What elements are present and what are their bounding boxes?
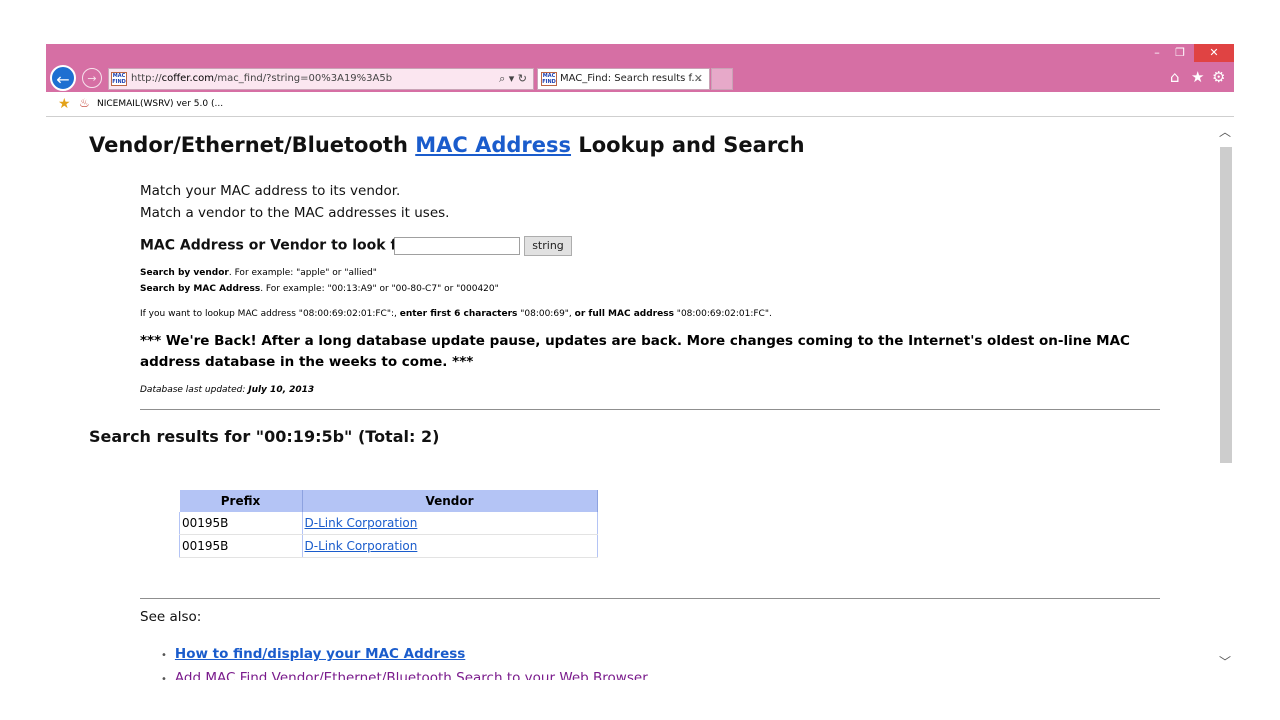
results-table: Prefix Vendor 00195B D-Link Corporation … — [179, 490, 598, 558]
divider — [140, 598, 1160, 599]
tab-title: MAC_Find: Search results f... — [560, 73, 701, 84]
prefix-cell: 00195B — [179, 534, 303, 558]
add-favorite-star-icon[interactable]: ★ — [58, 96, 71, 112]
url-domain: coffer.com — [161, 73, 215, 84]
new-tab-button[interactable] — [711, 68, 733, 90]
updated-date: July 10, 2013 — [248, 385, 315, 395]
bullet: • — [161, 650, 167, 661]
search-form: MAC Address or Vendor to look for: strin… — [140, 235, 572, 257]
hint-mac: Search by MAC Address. For example: "00:… — [140, 284, 499, 294]
vendor-link[interactable]: D-Link Corporation — [305, 516, 418, 530]
table-row: 00195B D-Link Corporation — [179, 534, 598, 558]
address-url[interactable]: http://coffer.com/mac_find/?string=00%3A… — [131, 73, 392, 84]
prefix-cell: 00195B — [179, 512, 303, 535]
scroll-up-icon[interactable]: ︿ — [1219, 123, 1231, 140]
divider — [140, 409, 1160, 410]
intro-text: Match your MAC address to its vendor. Ma… — [140, 180, 449, 224]
minimize-button[interactable]: – — [1148, 44, 1166, 62]
hint-mac-text: . For example: "00:13:A9" or "00-80-C7" … — [260, 284, 499, 294]
home-icon[interactable]: ⌂ — [1170, 68, 1180, 86]
hint-vendor-bold: Search by vendor — [140, 268, 229, 278]
updated-label: Database last updated: — [140, 385, 249, 395]
favorites-star-icon[interactable]: ★ — [1191, 68, 1204, 86]
favorites-bar: ★ ♨ NICEMAIL(WSRV) ver 5.0 (... — [46, 92, 1234, 117]
bullet: • — [161, 674, 167, 680]
scroll-thumb[interactable] — [1220, 147, 1232, 463]
search-label: MAC Address or Vendor to look for — [140, 237, 414, 254]
intro-line-1: Match your MAC address to its vendor. — [140, 183, 401, 199]
address-bar[interactable]: MAC FIND http://coffer.com/mac_find/?str… — [108, 68, 534, 90]
lookup-text-1: If you want to lookup MAC address "08:00… — [140, 309, 400, 319]
search-button[interactable]: string — [524, 236, 572, 256]
site-favicon-icon: MAC FIND — [111, 72, 127, 86]
url-path: /mac_find/?string=00%3A19%3A5b — [214, 73, 393, 84]
tab-close-icon[interactable]: ✕ — [694, 72, 703, 85]
title-text-after: Lookup and Search — [571, 133, 805, 157]
column-header-vendor: Vendor — [302, 490, 598, 512]
address-tools-icon[interactable]: ⌕ ▾ ↻ — [499, 72, 527, 86]
how-to-find-mac-link[interactable]: How to find/display your MAC Address — [175, 646, 465, 662]
tab-favicon-icon: MAC FIND — [541, 72, 557, 86]
intro-line-2: Match a vendor to the MAC addresses it u… — [140, 205, 450, 221]
lookup-bold-1: enter first 6 characters — [399, 309, 518, 319]
see-also-label: See also: — [140, 609, 202, 625]
settings-gear-icon[interactable]: ⚙ — [1212, 68, 1225, 86]
java-icon: ♨ — [79, 96, 90, 110]
database-updated: Database last updated: July 10, 2013 — [140, 385, 314, 395]
close-window-button[interactable]: ✕ — [1194, 44, 1234, 62]
favorite-item-nicemail[interactable]: NICEMAIL(WSRV) ver 5.0 (... — [97, 99, 223, 109]
lookup-text-3: "08:00:69:02:01:FC". — [673, 309, 772, 319]
vertical-scrollbar[interactable]: ︿ ﹀ — [1218, 117, 1234, 680]
lookup-text-2: "08:00:69", — [517, 309, 575, 319]
back-arrow-icon[interactable]: ← — [50, 65, 76, 91]
url-prefix: http:// — [131, 73, 162, 84]
title-text-before: Vendor/Ethernet/Bluetooth — [89, 133, 416, 157]
vendor-cell: D-Link Corporation — [302, 512, 598, 535]
lookup-hint: If you want to lookup MAC address "08:00… — [140, 309, 772, 319]
hint-vendor-text: . For example: "apple" or "allied" — [228, 268, 377, 278]
browser-chrome: – ❐ ✕ ← → MAC FIND http://coffer.com/mac… — [46, 44, 1234, 92]
list-item: • Add MAC Find Vendor/Ethernet/Bluetooth … — [161, 667, 648, 680]
vendor-link[interactable]: D-Link Corporation — [305, 539, 418, 553]
table-row: 00195B D-Link Corporation — [179, 512, 598, 535]
notice-message: *** We're Back! After a long database up… — [140, 333, 1130, 370]
hint-mac-bold: Search by MAC Address — [140, 284, 261, 294]
tab-mac-find[interactable]: MAC FIND MAC_Find: Search results f... ✕ — [537, 68, 710, 90]
page-title: Vendor/Ethernet/Bluetooth MAC Address Lo… — [89, 133, 805, 157]
browser-window: – ❐ ✕ ← → MAC FIND http://coffer.com/mac… — [46, 44, 1234, 680]
search-input[interactable] — [394, 237, 520, 255]
maximize-button[interactable]: ❐ — [1170, 44, 1190, 62]
results-heading: Search results for "00:19:5b" (Total: 2) — [89, 427, 440, 446]
add-search-to-browser-link[interactable]: Add MAC Find Vendor/Ethernet/Bluetooth S… — [175, 670, 648, 680]
table-header-row: Prefix Vendor — [179, 490, 598, 512]
list-item: • How to find/display your MAC Address — [161, 643, 648, 667]
see-also-list: • How to find/display your MAC Address • A… — [161, 643, 648, 680]
forward-arrow-icon[interactable]: → — [82, 68, 102, 88]
vendor-cell: D-Link Corporation — [302, 534, 598, 558]
mac-address-link[interactable]: MAC Address — [415, 133, 571, 157]
hint-vendor: Search by vendor. For example: "apple" o… — [140, 268, 377, 278]
column-header-prefix: Prefix — [179, 490, 303, 512]
lookup-bold-2: or full MAC address — [574, 309, 674, 319]
scroll-down-icon[interactable]: ﹀ — [1219, 653, 1231, 670]
page-content: Vendor/Ethernet/Bluetooth MAC Address Lo… — [46, 117, 1218, 680]
